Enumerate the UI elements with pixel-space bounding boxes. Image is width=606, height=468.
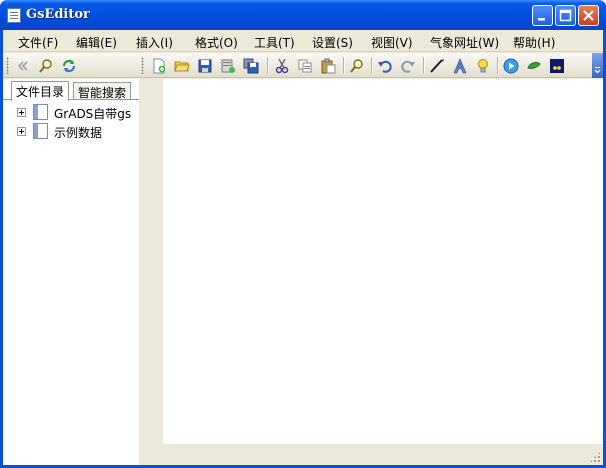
toolbar-separator <box>343 57 344 74</box>
redo-icon <box>401 60 415 73</box>
menu-bar: 文件(F) 编辑(E) 插入(I) 格式(O) 工具(T) 设置(S) 视图(V… <box>3 30 603 52</box>
new-file-icon <box>153 58 166 74</box>
menu-insert[interactable]: 插入(I) <box>136 34 173 51</box>
find-icon <box>350 59 363 73</box>
paste-icon <box>321 58 336 74</box>
toolbar-separator <box>371 57 372 74</box>
cut-icon <box>275 58 289 74</box>
grads-icon <box>550 59 564 73</box>
copy-icon <box>298 59 312 73</box>
save-as-button[interactable] <box>218 56 238 76</box>
save-all-icon <box>243 58 259 74</box>
leaf-icon <box>527 62 541 69</box>
close-icon <box>583 10 594 21</box>
font-button[interactable] <box>450 56 470 76</box>
panel-splitter[interactable] <box>139 79 163 465</box>
folder-open-icon <box>174 61 190 72</box>
double-chevron-left-icon <box>17 61 28 71</box>
toolbar-grip[interactable] <box>141 57 144 74</box>
play-icon <box>503 58 519 74</box>
expand-plus-icon[interactable] <box>17 127 26 136</box>
folder-icon <box>33 123 48 139</box>
app-icon[interactable] <box>7 8 21 23</box>
tree-node-grads-gs[interactable]: GrADS自带gs <box>3 103 139 121</box>
hint-button[interactable] <box>473 56 493 76</box>
maximize-button[interactable] <box>555 5 576 26</box>
folder-icon <box>33 104 48 120</box>
font-icon <box>453 58 467 74</box>
toolbar-grip[interactable] <box>6 57 9 74</box>
pen-icon <box>430 59 444 73</box>
menu-settings[interactable]: 设置(S) <box>312 34 353 51</box>
menu-view[interactable]: 视图(V) <box>371 34 413 51</box>
toolbar-overflow-button[interactable] <box>592 53 603 78</box>
lightbulb-icon <box>478 59 488 73</box>
menu-tools[interactable]: 工具(T) <box>254 34 295 51</box>
copy-button[interactable] <box>295 56 315 76</box>
menu-help[interactable]: 帮助(H) <box>513 34 555 51</box>
grads-button[interactable] <box>547 56 567 76</box>
toolbar <box>3 53 603 78</box>
toolbar-separator <box>497 57 498 74</box>
undo-icon <box>378 60 392 73</box>
collapse-button[interactable] <box>13 56 33 76</box>
tree-node-label: GrADS自带gs <box>54 107 132 121</box>
menu-format[interactable]: 格式(O) <box>195 34 238 51</box>
tree-node-label: 示例数据 <box>54 126 103 140</box>
leaf-button[interactable] <box>524 56 544 76</box>
new-file-button[interactable] <box>149 56 169 76</box>
save-icon <box>198 59 212 73</box>
refresh-icon <box>62 59 76 73</box>
chevron-down-icon <box>594 67 601 74</box>
app-window: GsEditor 文件(F) 编辑(E) 插入(I) 格式(O) 工具(T) 设… <box>0 0 606 468</box>
tree-node-sample-data[interactable]: 示例数据 <box>3 122 139 140</box>
find-button[interactable] <box>347 56 367 76</box>
expand-plus-icon[interactable] <box>17 108 26 117</box>
toolbar-separator <box>423 57 424 74</box>
window-title: GsEditor <box>26 7 90 22</box>
menu-weather-urls[interactable]: 气象网址(W) <box>430 34 499 51</box>
menu-edit[interactable]: 编辑(E) <box>76 34 117 51</box>
maximize-icon <box>559 9 572 22</box>
refresh-button[interactable] <box>59 56 79 76</box>
redo-button[interactable] <box>398 56 418 76</box>
minimize-button[interactable] <box>532 5 553 26</box>
open-button[interactable] <box>172 56 192 76</box>
client-area: 文件(F) 编辑(E) 插入(I) 格式(O) 工具(T) 设置(S) 视图(V… <box>3 30 603 465</box>
cut-button[interactable] <box>272 56 292 76</box>
run-button[interactable] <box>501 56 521 76</box>
save-button[interactable] <box>195 56 215 76</box>
line-tool-button[interactable] <box>427 56 447 76</box>
undo-button[interactable] <box>375 56 395 76</box>
paste-button[interactable] <box>318 56 338 76</box>
toolbar-separator <box>267 57 268 74</box>
file-browser-panel: 文件目录 智能搜索 GrADS自带gs 示例数据 <box>3 79 139 465</box>
menu-file[interactable]: 文件(F) <box>18 34 58 51</box>
search-icon <box>39 59 52 73</box>
tab-file-directory[interactable]: 文件目录 <box>11 81 70 101</box>
minimize-icon <box>538 18 545 21</box>
save-as-icon <box>221 59 235 73</box>
search-button[interactable] <box>36 56 56 76</box>
editor-area[interactable] <box>163 79 603 444</box>
save-all-button[interactable] <box>241 56 261 76</box>
tab-smart-search[interactable]: 智能搜索 <box>73 82 132 100</box>
resize-grip-icon[interactable] <box>589 451 601 463</box>
close-button[interactable] <box>578 5 599 26</box>
status-bar <box>139 444 603 465</box>
title-bar[interactable]: GsEditor <box>0 0 606 30</box>
